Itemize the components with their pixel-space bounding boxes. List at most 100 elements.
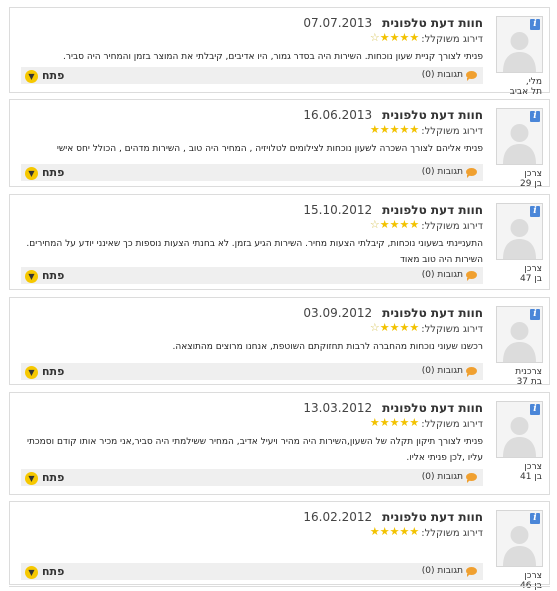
rating-stars: ★★★★★ [370,526,419,540]
open-button[interactable]: פתח ▼ [25,68,64,83]
info-icon[interactable]: i [530,111,540,122]
star-outline-icon: ☆ [369,321,380,334]
open-button[interactable]: פתח ▼ [25,268,64,283]
replies-link[interactable]: תגובות (0) [422,67,477,84]
open-label: פתח [42,365,65,378]
star-icon: ★ [409,416,420,429]
review-title: חוות דעת טלפונית [382,203,483,217]
review-date: 07.07.2013 [303,16,373,30]
star-icon: ★ [409,218,420,231]
replies-label: תגובות (0) [421,70,463,80]
comment-bubble-icon [466,472,477,483]
review-text: פניתי לצורך תיקון תקלה של השעון,השירות ה… [27,437,483,463]
rating-stars: ★★★★★ [370,124,419,138]
star-icon: ★ [389,218,400,231]
star-icon: ★ [379,416,390,429]
reviewer: i מלי, תל אביב [496,16,543,97]
replies-link[interactable]: תגובות (0) [422,363,477,380]
reviewer-name: מלי, [525,77,542,87]
reviewer-name: צרכן [524,571,542,581]
star-icon: ★ [409,123,420,136]
reviewer-name: צרכן [524,462,542,472]
info-icon[interactable]: i [530,206,540,217]
star-icon: ★ [389,31,400,44]
star-icon: ★ [409,525,420,538]
replies-label: תגובות (0) [421,270,463,280]
chevron-down-icon: ▼ [25,365,38,379]
review-text: פניתי לצורך קניית שעון נוכחות. השירות הי… [63,52,483,62]
review-footer: תגובות (0) פתח ▼ [21,563,483,580]
rating-label: דירוג משוקלל: [421,126,483,137]
review-footer: תגובות (0) פתח ▼ [21,469,483,486]
star-icon: ★ [369,416,380,429]
comment-bubble-icon [466,366,477,377]
review-footer: תגובות (0) פתח ▼ [21,267,483,284]
star-icon: ★ [409,31,420,44]
review-title: חוות דעת טלפונית [382,510,483,524]
star-icon: ★ [399,31,410,44]
review-text: פניתי אליהם לצורך השכרה לשעון נוכחות לצי… [56,144,483,154]
review-card: i צרכן בן 46 חוות דעת טלפונית16.02.2012 … [9,501,550,591]
avatar: i [496,108,543,165]
star-icon: ★ [399,416,410,429]
star-icon: ★ [399,525,410,538]
star-icon: ★ [389,123,400,136]
open-button[interactable]: פתח ▼ [25,470,64,485]
star-icon: ★ [389,321,400,334]
star-outline-icon: ☆ [369,31,380,44]
rating-label: דירוג משוקלל: [421,221,483,232]
review-text: רכשנו שעוני נוכחות מהחברה לרבות תחזוקתם … [172,342,483,352]
star-icon: ★ [379,321,390,334]
open-label: פתח [42,565,65,578]
info-icon[interactable]: i [530,513,540,524]
review-title: חוות דעת טלפונית [382,16,483,30]
reviewer-detail: בן 47 [520,274,542,284]
star-icon: ★ [399,321,410,334]
replies-link[interactable]: תגובות (0) [422,164,477,181]
star-icon: ★ [399,123,410,136]
replies-link[interactable]: תגובות (0) [422,267,477,284]
review-footer: תגובות (0) פתח ▼ [21,67,483,84]
comment-bubble-icon [466,566,477,577]
info-icon[interactable]: i [530,309,540,320]
avatar: i [496,510,543,567]
star-outline-icon: ☆ [369,218,380,231]
review-text: התעניינתי בשעוני נוכחות, קיבלתי הצעות מח… [26,239,483,265]
open-button[interactable]: פתח ▼ [25,364,64,379]
reviewer-detail: בת 37 [516,377,542,387]
reviewer-name: צרכן [524,169,542,179]
star-icon: ★ [389,525,400,538]
star-icon: ★ [399,218,410,231]
open-label: פתח [42,471,65,484]
review-card: i צרכן בן 47 חוות דעת טלפונית15.10.2012 … [9,194,550,290]
replies-label: תגובות (0) [421,566,463,576]
star-icon: ★ [409,321,420,334]
info-icon[interactable]: i [530,19,540,30]
avatar: i [496,306,543,363]
chevron-down-icon: ▼ [25,69,38,83]
avatar: i [496,203,543,260]
replies-link[interactable]: תגובות (0) [422,563,477,580]
replies-link[interactable]: תגובות (0) [422,469,477,486]
review-title: חוות דעת טלפונית [382,306,483,320]
star-icon: ★ [379,218,390,231]
review-card: i צרכן בן 41 חוות דעת טלפונית13.03.2012 … [9,392,550,495]
open-label: פתח [42,166,65,179]
review-title: חוות דעת טלפונית [382,108,483,122]
reviewer-detail: תל אביב [509,87,542,97]
reviewer-detail: בן 29 [520,179,542,189]
reviewer: i צרכן בן 29 [496,108,543,189]
open-button[interactable]: פתח ▼ [25,165,64,180]
reviewer: i צרכנית בת 37 [496,306,543,387]
review-title: חוות דעת טלפונית [382,401,483,415]
info-icon[interactable]: i [530,404,540,415]
replies-label: תגובות (0) [421,366,463,376]
star-icon: ★ [379,31,390,44]
chevron-down-icon: ▼ [25,565,38,579]
comment-bubble-icon [466,70,477,81]
rating-stars: ★★★★☆ [370,322,419,336]
rating-stars: ★★★★★ [370,417,419,431]
open-button[interactable]: פתח ▼ [25,564,64,579]
chevron-down-icon: ▼ [25,269,38,283]
rating-stars: ★★★★☆ [370,219,419,233]
